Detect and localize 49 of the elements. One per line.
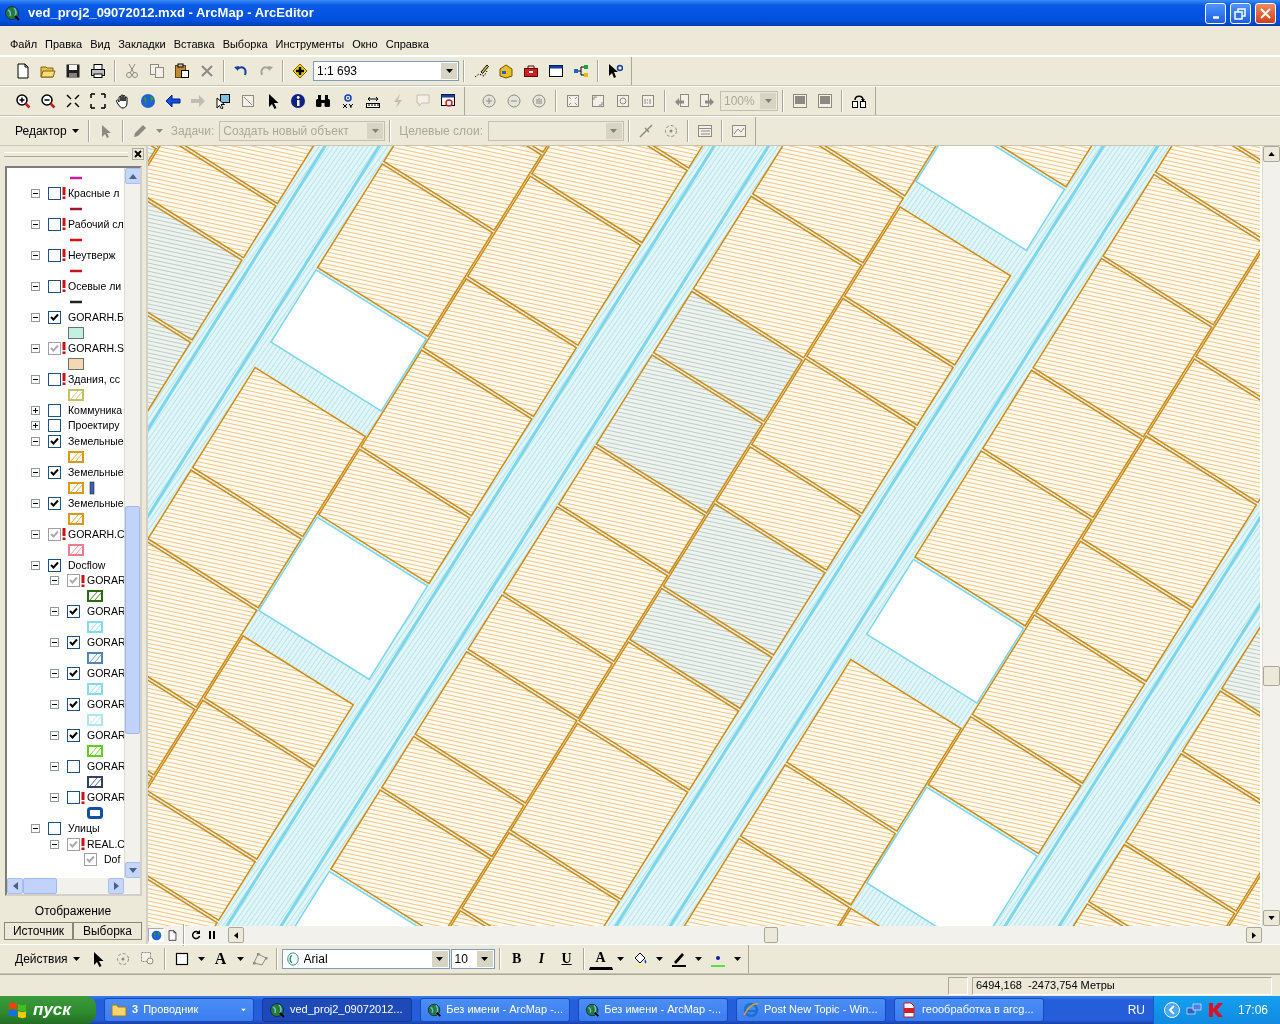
italic-button[interactable]: I [529, 947, 554, 971]
layer-name[interactable]: Неутверж [68, 248, 116, 262]
bold-button[interactable]: B [504, 947, 529, 971]
font-dropdown[interactable]: Arial [281, 949, 450, 969]
taskbar-button[interactable]: геообработка в arcg... [894, 998, 1044, 1022]
taskbar-button[interactable]: Без имени - ArcMap -... [578, 998, 728, 1022]
menu-item[interactable]: Выборка [218, 32, 272, 55]
menu-item[interactable]: Закладки [114, 32, 170, 55]
menu-item[interactable]: Окно [348, 32, 382, 55]
taskbar-button[interactable]: ved_proj2_09072012... [262, 998, 412, 1022]
layer-name[interactable]: Земельные [68, 465, 124, 479]
layer-name[interactable]: Здания, сс [68, 372, 120, 386]
window-title: ved_proj2_09072012.mxd - ArcMap - ArcEditor [28, 5, 315, 21]
start-button[interactable]: пуск [0, 996, 96, 1024]
layer-name[interactable]: GORARH.Б [68, 310, 124, 324]
underline-button[interactable]: U [554, 947, 579, 971]
taskbar-button[interactable]: Без имени - ArcMap -... [420, 998, 570, 1022]
layer-name[interactable]: REAL.C [87, 837, 124, 851]
text-tool-button[interactable]: A [208, 947, 233, 971]
taskbar-button[interactable]: Post New Topic - Win... [736, 998, 886, 1022]
menu-item[interactable]: Файл [6, 32, 42, 55]
font-size-dropdown[interactable]: 10 [450, 949, 495, 969]
toolbar-label: Целевые слои: [398, 123, 484, 139]
layer-name[interactable]: Осевые ли [68, 279, 122, 293]
layer-name[interactable]: Земельные [68, 496, 124, 510]
actions-menu[interactable]: Действия [11, 948, 85, 970]
font-color-button[interactable]: A [588, 948, 613, 970]
layer-name[interactable]: Земельные [68, 434, 124, 448]
editor-menu[interactable]: Редактор [11, 120, 84, 142]
menu-item[interactable]: Инструменты [271, 32, 349, 55]
menu-item[interactable]: Справка [381, 32, 433, 55]
layer-name[interactable]: Красные л [68, 186, 120, 200]
menu-item[interactable]: Вставка [169, 32, 219, 55]
language-indicator[interactable]: RU [1127, 1002, 1145, 1018]
coordinates-readout: 6494,168 -2473,754 Метры [972, 976, 1272, 995]
layer-name[interactable]: Коммуника [68, 403, 123, 417]
taskbar-button[interactable]: 3 Проводник [104, 998, 254, 1022]
menu-item[interactable]: Вид [86, 32, 115, 55]
layer-name[interactable]: Проектиру [68, 419, 120, 433]
layer-name[interactable]: GORARH.C [68, 527, 124, 541]
layer-name[interactable]: Docflow [68, 558, 106, 572]
clock: 17:06 [1237, 1002, 1268, 1018]
layer-name[interactable]: Улицы [68, 822, 100, 836]
menu-item[interactable]: Правка [41, 32, 87, 55]
layer-name[interactable]: Рабочий сл [68, 217, 124, 231]
layer-name[interactable]: GORARH.S [68, 341, 124, 355]
layer-name[interactable]: Dof [104, 853, 121, 867]
scale-dropdown[interactable]: 1:1 693 [313, 61, 459, 81]
toolbar-label: Задачи: [169, 123, 216, 139]
